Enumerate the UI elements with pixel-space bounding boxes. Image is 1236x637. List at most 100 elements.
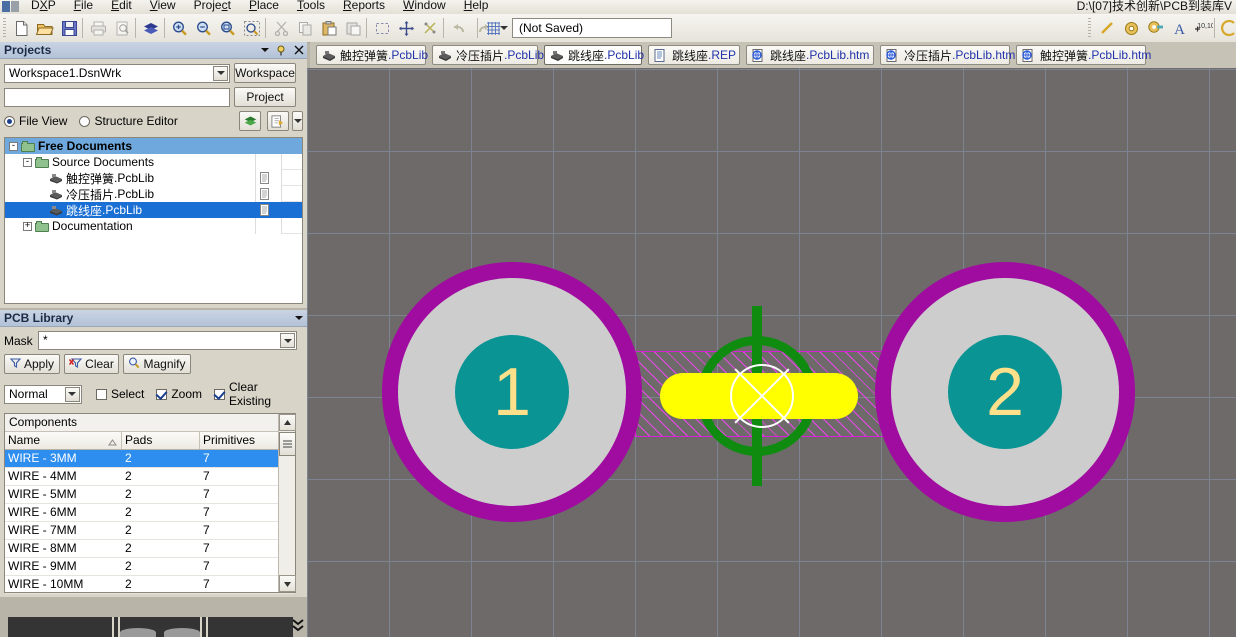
table-row[interactable]: WIRE - 6MM 2 7	[5, 504, 295, 522]
layers-icon[interactable]	[239, 111, 261, 131]
tab-3[interactable]: 跳线座 .PcbLib	[544, 45, 644, 65]
zoom-in-icon[interactable]	[169, 17, 191, 39]
menu-item-tools[interactable]: Tools	[288, 0, 334, 13]
workspace-combo[interactable]: Workspace1.DsnWrk	[4, 63, 230, 83]
zoom-checkbox[interactable]	[156, 388, 168, 400]
menu-item-window[interactable]: Window	[394, 0, 455, 13]
table-row[interactable]: WIRE - 4MM 2 7	[5, 468, 295, 486]
tree-item-6[interactable]: + Documentation	[5, 218, 302, 234]
workspace-button[interactable]: Workspace	[234, 63, 296, 83]
tree-item-2[interactable]: - Source Documents	[5, 154, 302, 170]
project-button[interactable]: Project	[234, 87, 296, 107]
pcb-canvas[interactable]: 1 2	[307, 68, 1236, 637]
toolbar-grip[interactable]	[3, 18, 6, 38]
place-line-icon[interactable]	[1096, 17, 1118, 39]
select-checkbox[interactable]	[95, 388, 107, 400]
column-header-pads[interactable]: Pads	[122, 432, 200, 449]
document-selector-combo[interactable]: (Not Saved)	[512, 18, 672, 38]
tab-7[interactable]: 触控弹簧 .PcbLib.htm	[1016, 45, 1151, 65]
table-row[interactable]: WIRE - 3MM 2 7	[5, 450, 295, 468]
place-coordinate-icon[interactable]: 10,10	[1192, 17, 1214, 39]
layers-icon[interactable]	[140, 17, 162, 39]
column-header-primitives[interactable]: Primitives	[200, 432, 280, 449]
cut-icon[interactable]	[270, 17, 292, 39]
new-document-icon[interactable]	[10, 17, 32, 39]
undo-icon[interactable]	[448, 17, 470, 39]
scroll-up-button[interactable]	[279, 414, 296, 431]
tab-1[interactable]: 触控弹簧 .PcbLib	[316, 45, 428, 65]
tab-6[interactable]: 冷压插片 .PcbLib.htm	[880, 45, 1015, 65]
menu-item-file[interactable]: File	[65, 0, 102, 13]
table-row[interactable]: WIRE - 7MM 2 7	[5, 522, 295, 540]
tree-item-4[interactable]: 冷压插片 .PcbLib	[5, 186, 302, 202]
paste-special-icon[interactable]	[342, 17, 364, 39]
tab-2[interactable]: 冷压插片 .PcbLib	[432, 45, 544, 65]
tree-item-3[interactable]: 触控弹簧 .PcbLib	[5, 170, 302, 186]
tab-5[interactable]: 跳线座 .PcbLib.htm	[746, 45, 874, 65]
tree-item-1[interactable]: - Free Documents	[5, 138, 302, 154]
chevron-down-icon[interactable]	[293, 313, 304, 324]
project-tree[interactable]: - Free Documents - Source Documents 触控弹簧 .Pcb…	[4, 137, 303, 304]
place-via-icon[interactable]	[1144, 17, 1166, 39]
print-icon[interactable]	[87, 17, 109, 39]
mask-input[interactable]: *	[38, 331, 297, 350]
open-document-icon[interactable]	[34, 17, 56, 39]
mode-select[interactable]: Normal	[4, 384, 82, 404]
pin-icon[interactable]	[276, 45, 287, 56]
column-header-name[interactable]: Name	[5, 432, 122, 449]
pad-1[interactable]: 1	[382, 262, 642, 522]
menu-item-reports[interactable]: Reports	[334, 0, 394, 13]
zoom-document-icon[interactable]	[217, 17, 239, 39]
grid-dropdown-arrow-icon[interactable]	[498, 17, 510, 39]
clear-existing-checkbox[interactable]	[214, 388, 226, 400]
project-combo[interactable]	[4, 87, 230, 107]
place-arc-icon[interactable]	[1218, 17, 1236, 39]
structure-editor-radio[interactable]	[79, 115, 91, 127]
zoom-out-icon[interactable]	[193, 17, 215, 39]
tab-4[interactable]: 跳线座 .REP	[648, 45, 740, 65]
open-project-icon[interactable]	[267, 111, 289, 131]
collapse-icon[interactable]: -	[23, 157, 32, 167]
chevron-down-icon[interactable]	[292, 111, 303, 131]
copy-icon[interactable]	[294, 17, 316, 39]
magnify-button[interactable]: Magnify	[123, 354, 191, 374]
components-table[interactable]: Components Name Pads Primitives WIRE - 3…	[4, 413, 296, 594]
menu-item-view[interactable]: View	[141, 0, 185, 13]
panel-tabs-icon[interactable]	[8, 617, 318, 637]
table-row[interactable]: WIRE - 8MM 2 7	[5, 540, 295, 558]
move-icon[interactable]	[395, 17, 417, 39]
pad-2[interactable]: 2	[875, 262, 1135, 522]
deselect-all-icon[interactable]	[419, 17, 441, 39]
close-icon[interactable]	[293, 45, 304, 56]
menu-item-help[interactable]: Help	[455, 0, 498, 13]
print-preview-icon[interactable]	[111, 17, 133, 39]
paste-icon[interactable]	[318, 17, 340, 39]
menu-item-place[interactable]: Place	[240, 0, 288, 13]
place-string-icon[interactable]: A	[1168, 17, 1190, 39]
apply-button[interactable]: Apply	[4, 354, 60, 374]
components-scrollbar[interactable]	[278, 414, 296, 592]
collapse-icon[interactable]: -	[9, 141, 18, 151]
zoom-selection-icon[interactable]	[241, 17, 263, 39]
chevron-down-icon[interactable]	[213, 65, 228, 81]
place-pad-icon[interactable]	[1120, 17, 1142, 39]
tree-item-5[interactable]: 跳线座 .PcbLib	[5, 202, 302, 218]
menu-item-dxp[interactable]: DXP	[22, 0, 65, 13]
table-row[interactable]: WIRE - 10MM 2 7	[5, 576, 295, 594]
menu-item-edit[interactable]: Edit	[102, 0, 141, 13]
scrollbar-thumb[interactable]	[279, 432, 296, 456]
select-area-icon[interactable]	[371, 17, 393, 39]
save-icon[interactable]	[58, 17, 80, 39]
file-view-radio[interactable]	[4, 115, 15, 127]
scroll-down-button[interactable]	[279, 575, 296, 592]
table-row[interactable]: WIRE - 5MM 2 7	[5, 486, 295, 504]
expand-collapse-icon[interactable]	[291, 618, 305, 634]
clear-button[interactable]: Clear	[64, 354, 119, 374]
toolbar-grip-right[interactable]	[1088, 18, 1091, 38]
menu-item-project[interactable]: Project	[185, 0, 240, 13]
chevron-down-icon[interactable]	[64, 386, 80, 402]
chevron-down-icon[interactable]	[259, 45, 270, 56]
chevron-down-icon[interactable]	[280, 333, 295, 348]
expand-icon[interactable]: +	[23, 221, 32, 231]
table-row[interactable]: WIRE - 9MM 2 7	[5, 558, 295, 576]
